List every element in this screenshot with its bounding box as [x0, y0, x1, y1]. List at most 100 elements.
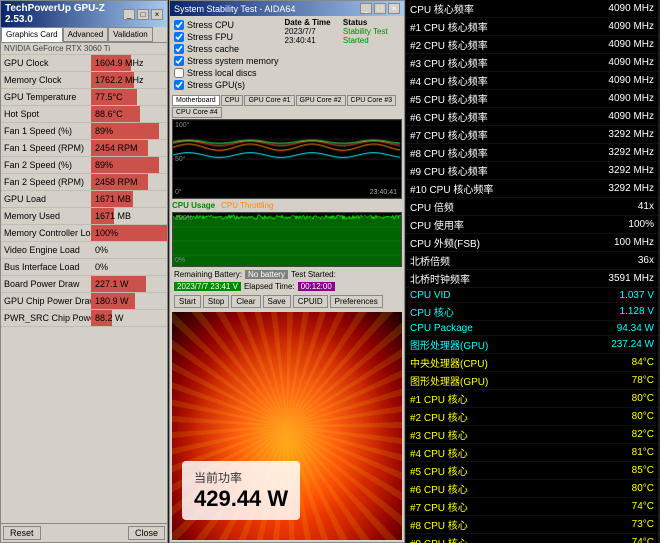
cpu-metric-label: 图形处理器(GPU) — [410, 337, 488, 352]
stress-checkbox[interactable] — [174, 56, 184, 66]
cpu-metric-label: #6 CPU 核心频率 — [410, 109, 488, 124]
cpu-metric-label: CPU 使用率 — [410, 217, 464, 232]
maximize-button[interactable]: □ — [137, 9, 149, 20]
cpu-metric-label: #7 CPU 核心 — [410, 499, 468, 514]
stress-option: Stress cache — [174, 44, 279, 54]
cpu-metric-value: 94.34 W — [617, 323, 654, 334]
gpu-metric-row: PWR_SRC Chip Power Draw 88.2 W — [1, 310, 167, 327]
cpu-metric-value: 3292 MHz — [608, 147, 654, 158]
save-button[interactable]: Save — [263, 295, 291, 308]
cpu-metric-label: CPU VID — [410, 290, 451, 301]
gpu-metric-label: GPU Clock — [1, 58, 91, 68]
tab-validation[interactable]: Validation — [108, 27, 153, 42]
cpu-metric-label: #10 CPU 核心频率 — [410, 181, 493, 196]
tab-graphics-card[interactable]: Graphics Card — [1, 27, 63, 42]
cpu-metric-value: 4090 MHz — [608, 93, 654, 104]
cpu-metric-value: 74°C — [632, 537, 654, 543]
reset-button[interactable]: Reset — [3, 526, 41, 540]
gpu-metric-label: Fan 2 Speed (RPM) — [1, 177, 91, 187]
cpu-metric-value: 1.037 V — [620, 290, 654, 301]
gpu-metric-label: Fan 2 Speed (%) — [1, 160, 91, 170]
tab-gpu-core1[interactable]: GPU Core #1 — [244, 95, 294, 106]
stress-option: Stress local discs — [174, 68, 279, 78]
tab-cpu-core3[interactable]: CPU Core #3 — [347, 95, 397, 106]
cpu-metric-value: 41x — [638, 201, 654, 212]
cpu-metric-value: 3292 MHz — [608, 129, 654, 140]
minimize-button[interactable]: _ — [123, 9, 135, 20]
start-button[interactable]: Start — [174, 295, 201, 308]
cpu-metric-label: 中央处理器(CPU) — [410, 355, 488, 370]
cpu-metric-row: #6 CPU 核心频率 4090 MHz — [406, 108, 658, 126]
gpu-metric-label: Memory Controller Load — [1, 228, 91, 238]
clear-button[interactable]: Clear — [231, 295, 260, 308]
gpu-metric-label: PWR_SRC Chip Power Draw — [1, 313, 91, 323]
cpu-metric-value: 73°C — [632, 519, 654, 530]
gpuz-title-bar: TechPowerUp GPU-Z 2.53.0 _ □ × — [1, 1, 167, 27]
cpu-metric-row: 图形处理器(GPU) 78°C — [406, 372, 658, 390]
cpu-metric-row: #10 CPU 核心频率 3292 MHz — [406, 180, 658, 198]
stress-label: Stress CPU — [187, 20, 234, 30]
cpu-metric-row: #7 CPU 核心 74°C — [406, 498, 658, 516]
cpu-metric-row: #9 CPU 核心 74°C — [406, 534, 658, 543]
gpu-metric-row: Fan 1 Speed (RPM) 2454 RPM — [1, 140, 167, 157]
tab-cpu[interactable]: CPU — [221, 95, 244, 106]
stress-checkbox[interactable] — [174, 20, 184, 30]
stress-label: Stress system memory — [187, 56, 279, 66]
cpu-metric-row: #4 CPU 核心 81°C — [406, 444, 658, 462]
gpuz-tabs: Graphics Card Advanced Validation — [1, 27, 167, 43]
cpu-metric-row: #3 CPU 核心 82°C — [406, 426, 658, 444]
preferences-button[interactable]: Preferences — [330, 295, 383, 308]
cpu-metric-row: #2 CPU 核心 80°C — [406, 408, 658, 426]
gpu-metric-label: Bus Interface Load — [1, 262, 91, 272]
stop-button[interactable]: Stop — [203, 295, 229, 308]
max-stability[interactable]: □ — [374, 3, 386, 14]
close-gpuz-button[interactable]: Close — [128, 526, 165, 540]
cpu-metric-label: CPU 核心 — [410, 304, 454, 319]
min-stability[interactable]: _ — [360, 3, 372, 14]
stress-checkbox[interactable] — [174, 32, 184, 42]
stress-checkbox[interactable] — [174, 68, 184, 78]
tab-advanced[interactable]: Advanced — [63, 27, 109, 42]
cpu-metric-value: 4090 MHz — [608, 21, 654, 32]
gpu-metric-value: 1762.2 MHz — [91, 72, 167, 88]
stress-checkbox[interactable] — [174, 80, 184, 90]
gpu-metric-row: GPU Chip Power Draw 180.9 W — [1, 293, 167, 310]
cpu-metric-row: CPU 核心 1.128 V — [406, 303, 658, 321]
tab-gpu-core2[interactable]: GPU Core #2 — [296, 95, 346, 106]
stability-test-panel: System Stability Test - AIDA64 _ □ × Str… — [169, 0, 405, 543]
stress-option: Stress system memory — [174, 56, 279, 66]
cpu-metric-row: #3 CPU 核心频率 4090 MHz — [406, 54, 658, 72]
cpu-metric-label: #5 CPU 核心 — [410, 463, 468, 478]
cpu-metric-value: 84°C — [632, 357, 654, 368]
cpu-metric-label: #9 CPU 核心频率 — [410, 163, 488, 178]
cpu-metric-row: #5 CPU 核心 85°C — [406, 462, 658, 480]
cpuid-button[interactable]: CPUID — [293, 295, 328, 308]
cpu-metric-value: 80°C — [632, 411, 654, 422]
stress-checkbox[interactable] — [174, 44, 184, 54]
cpu-metric-value: 36x — [638, 255, 654, 266]
temperature-chart: 100°50°0° 23:40:41 — [172, 119, 402, 199]
cpu-metric-label: #8 CPU 核心频率 — [410, 145, 488, 160]
tab-motherboard[interactable]: Motherboard — [172, 95, 220, 106]
cpu-metric-value: 100 MHz — [614, 237, 654, 248]
cpu-metric-value: 3292 MHz — [608, 165, 654, 176]
gpuz-title: TechPowerUp GPU-Z 2.53.0 — [5, 3, 123, 25]
gpu-metric-row: GPU Clock 1604.9 MHz — [1, 55, 167, 72]
power-overlay: 当前功率 429.44 W — [182, 461, 300, 520]
close-stability[interactable]: × — [388, 3, 400, 14]
cpu-metric-label: #7 CPU 核心频率 — [410, 127, 488, 142]
gpu-metric-row: Memory Used 1671 MB — [1, 208, 167, 225]
cpu-metric-value: 74°C — [632, 501, 654, 512]
gpu-metric-value: 1671 MB — [91, 208, 167, 224]
cpu-usage-chart: 100% 0% — [172, 212, 402, 267]
close-button[interactable]: × — [151, 9, 163, 20]
cpu-metric-label: #4 CPU 核心 — [410, 445, 468, 460]
cpu-metric-label: #2 CPU 核心频率 — [410, 37, 488, 52]
status-label-area: Status Stability Test Started — [343, 18, 402, 45]
cpu-metric-label: 图形处理器(GPU) — [410, 373, 488, 388]
cpu-metric-row: 北桥倍频 36x — [406, 252, 658, 270]
tab-cpu-core4[interactable]: CPU Core #4 — [172, 107, 222, 118]
gpu-metric-row: Fan 2 Speed (%) 89% — [1, 157, 167, 174]
cpu-metric-value: 85°C — [632, 465, 654, 476]
cpu-metric-label: #1 CPU 核心 — [410, 391, 468, 406]
